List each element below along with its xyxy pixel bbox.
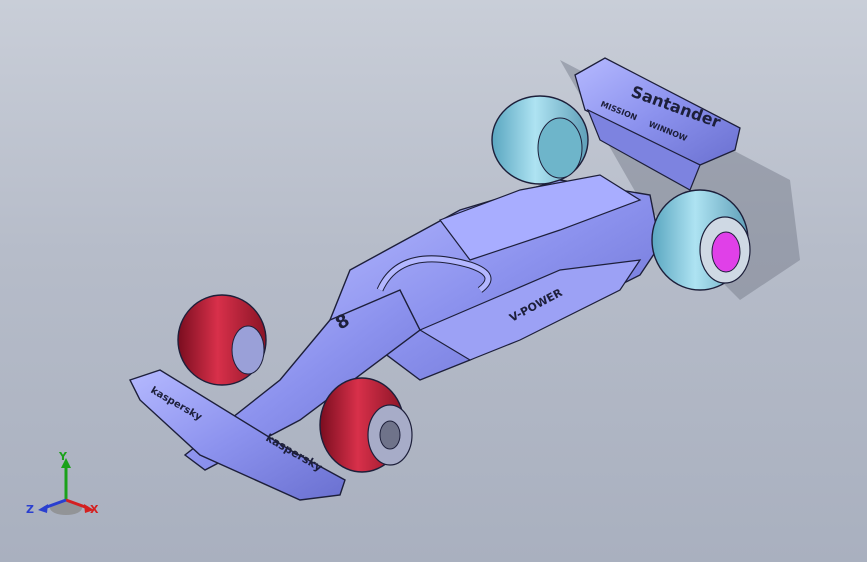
rear-left-tire[interactable] — [491, 95, 589, 185]
front-left-tire[interactable] — [177, 294, 267, 386]
y-axis-label: Y — [59, 450, 67, 463]
z-axis-label: Z — [26, 503, 34, 516]
cad-viewport[interactable]: Santander MISSION WINNOW V-POWER 8 kaspe… — [0, 0, 867, 562]
f1-car-model[interactable]: Santander MISSION WINNOW V-POWER 8 kaspe… — [0, 0, 867, 562]
axis-triad[interactable]: Y X Z — [26, 448, 106, 528]
front-right-tire[interactable] — [319, 377, 413, 473]
rear-right-rim — [711, 231, 741, 273]
x-axis-label: X — [90, 503, 99, 516]
